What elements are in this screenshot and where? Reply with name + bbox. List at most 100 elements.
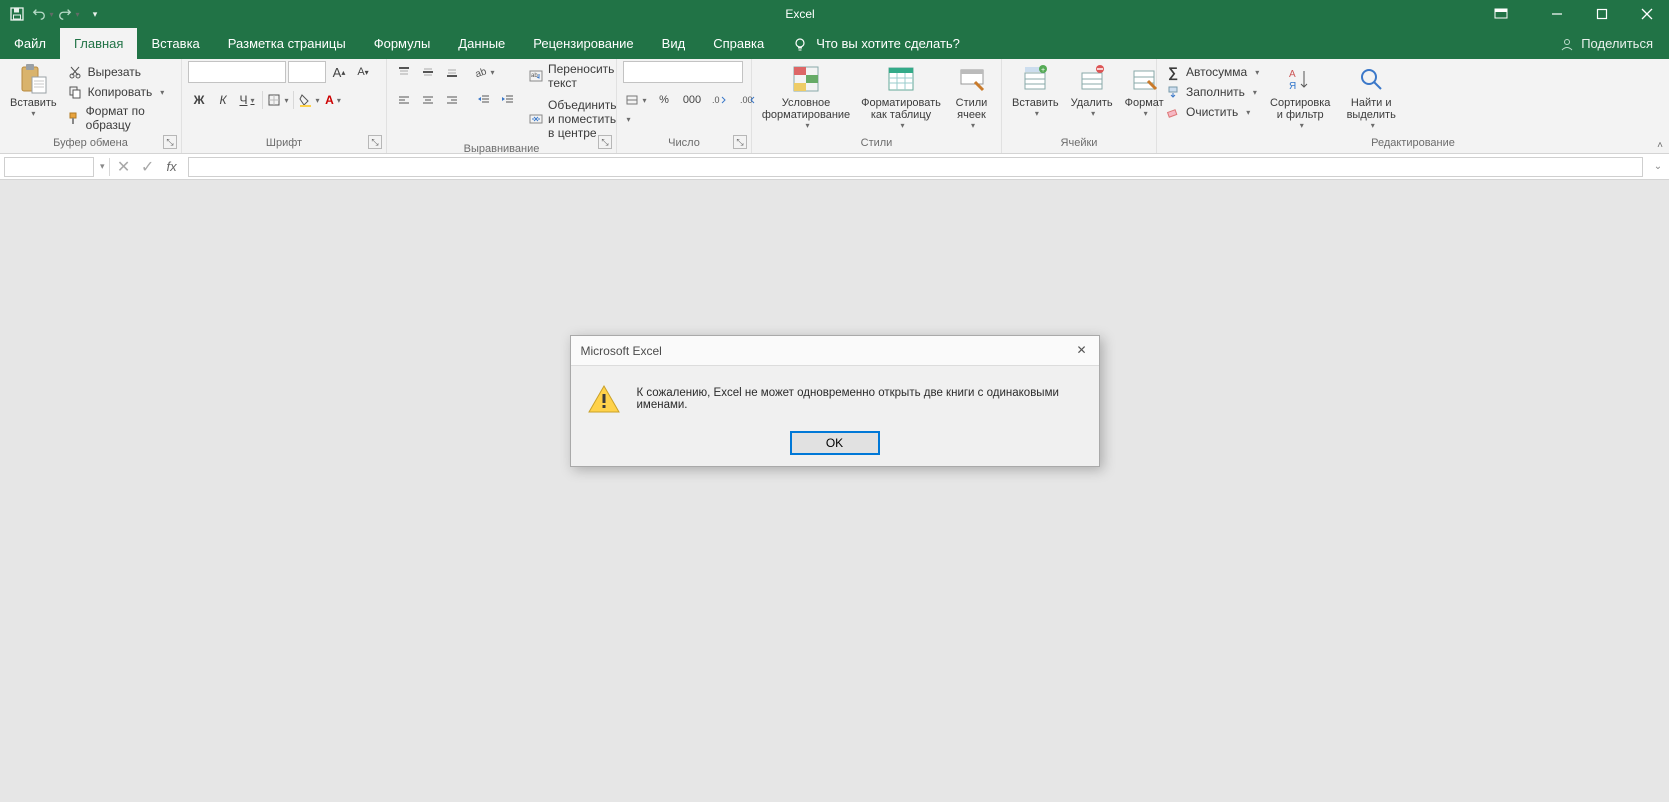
percent-button[interactable]: % xyxy=(651,89,677,111)
fill-label: Заполнить xyxy=(1186,85,1245,99)
qat-customize-icon[interactable]: ▾ xyxy=(84,3,106,25)
insert-cells-button[interactable]: + Вставить xyxy=(1008,61,1063,120)
brush-icon xyxy=(67,110,81,126)
insert-function-icon[interactable]: fx xyxy=(160,159,184,174)
align-left-icon[interactable] xyxy=(393,89,415,111)
format-as-table-button[interactable]: Форматировать как таблицу xyxy=(858,61,944,132)
share-button[interactable]: Поделиться xyxy=(1543,28,1669,59)
undo-icon[interactable] xyxy=(32,3,54,25)
paste-button[interactable]: Вставить ▾ xyxy=(6,61,61,120)
paste-icon xyxy=(17,63,49,95)
save-icon[interactable] xyxy=(6,3,28,25)
increase-decimal-icon[interactable]: .0 xyxy=(707,89,733,111)
enter-formula-icon[interactable]: ✓ xyxy=(136,157,160,177)
dialog-ok-button[interactable]: OK xyxy=(791,432,879,454)
dialog-titlebar: Microsoft Excel ✕ xyxy=(571,336,1099,366)
align-center-icon[interactable] xyxy=(417,89,439,111)
share-label: Поделиться xyxy=(1581,36,1653,51)
tab-home[interactable]: Главная xyxy=(60,28,137,59)
cell-styles-button[interactable]: Стили ячеек xyxy=(948,61,995,132)
bold-button[interactable]: Ж xyxy=(188,89,210,111)
tab-review[interactable]: Рецензирование xyxy=(519,28,647,59)
align-bottom-icon[interactable] xyxy=(441,61,463,83)
formula-bar: ▾ ✕ ✓ fx ⌄ xyxy=(0,154,1669,180)
tab-file[interactable]: Файл xyxy=(0,28,60,59)
decrease-indent-icon[interactable] xyxy=(473,89,495,111)
fill-color-icon[interactable] xyxy=(298,89,320,111)
worksheet-area xyxy=(0,180,1669,802)
expand-formula-bar-icon[interactable]: ⌄ xyxy=(1647,161,1669,172)
number-launcher-icon[interactable]: ⤡ xyxy=(733,135,747,149)
find-icon xyxy=(1355,63,1387,95)
cancel-formula-icon[interactable]: ✕ xyxy=(112,157,136,177)
italic-button[interactable]: К xyxy=(212,89,234,111)
format-painter-button[interactable]: Формат по образцу xyxy=(65,103,175,133)
tell-me[interactable]: Что вы хотите сделать? xyxy=(778,28,974,59)
clipboard-launcher-icon[interactable]: ⤡ xyxy=(163,135,177,149)
formula-input[interactable] xyxy=(188,157,1643,177)
title-bar: ▾ Excel xyxy=(0,0,1669,28)
font-launcher-icon[interactable]: ⤡ xyxy=(368,135,382,149)
font-size-combo[interactable] xyxy=(288,61,326,83)
copy-label: Копировать xyxy=(88,85,153,99)
conditional-formatting-icon xyxy=(790,63,822,95)
group-styles-label: Стили xyxy=(758,135,995,153)
tab-data[interactable]: Данные xyxy=(444,28,519,59)
quick-access-toolbar: ▾ xyxy=(0,3,106,25)
autosum-label: Автосумма xyxy=(1186,65,1247,79)
borders-icon[interactable] xyxy=(267,89,289,111)
group-number: % 000 .0 .00 Число ⤡ xyxy=(617,59,752,153)
fill-button[interactable]: Заполнить xyxy=(1163,83,1261,101)
comma-style-button[interactable]: 000 xyxy=(679,89,705,111)
increase-indent-icon[interactable] xyxy=(497,89,519,111)
fill-down-icon xyxy=(1165,84,1181,100)
align-right-icon[interactable] xyxy=(441,89,463,111)
ribbon-display-options-icon[interactable] xyxy=(1494,8,1534,20)
copy-icon xyxy=(67,84,83,100)
copy-button[interactable]: Копировать xyxy=(65,83,175,101)
tab-view[interactable]: Вид xyxy=(648,28,700,59)
delete-cells-button[interactable]: Удалить xyxy=(1067,61,1117,120)
minimize-icon[interactable] xyxy=(1534,0,1579,28)
dialog-close-icon[interactable]: ✕ xyxy=(1071,340,1093,360)
svg-text:А: А xyxy=(1289,69,1296,80)
group-alignment-label: Выравнивание xyxy=(393,141,610,159)
find-select-button[interactable]: Найти и выделить xyxy=(1339,61,1403,132)
number-format-combo[interactable] xyxy=(623,61,743,83)
merge-icon xyxy=(529,111,543,127)
alignment-launcher-icon[interactable]: ⤡ xyxy=(598,135,612,149)
tab-help[interactable]: Справка xyxy=(699,28,778,59)
merge-center-label: Объединить и поместить в центре xyxy=(548,98,619,140)
tab-formulas[interactable]: Формулы xyxy=(360,28,445,59)
cell-styles-label: Стили ячеек xyxy=(952,97,991,121)
clear-button[interactable]: Очистить xyxy=(1163,103,1261,121)
conditional-formatting-button[interactable]: Условное форматирование xyxy=(758,61,854,132)
collapse-ribbon-icon[interactable]: ˄ xyxy=(1657,140,1663,151)
font-name-combo[interactable] xyxy=(188,61,286,83)
tell-me-label: Что вы хотите сделать? xyxy=(816,36,960,51)
paste-label: Вставить xyxy=(10,97,57,109)
autosum-button[interactable]: ∑ Автосумма xyxy=(1163,63,1261,81)
align-middle-icon[interactable] xyxy=(417,61,439,83)
orientation-icon[interactable]: ab xyxy=(473,61,495,83)
cut-label: Вырезать xyxy=(88,65,141,79)
tab-page-layout[interactable]: Разметка страницы xyxy=(214,28,360,59)
underline-button[interactable]: Ч xyxy=(236,89,258,111)
cut-button[interactable]: Вырезать xyxy=(65,63,175,81)
svg-text:+: + xyxy=(1041,67,1045,74)
name-box-dropdown-icon[interactable]: ▾ xyxy=(98,161,107,172)
insert-cells-label: Вставить xyxy=(1012,97,1059,109)
decrease-font-icon[interactable]: A▾ xyxy=(352,61,374,83)
maximize-icon[interactable] xyxy=(1579,0,1624,28)
sort-filter-button[interactable]: АЯ Сортировка и фильтр xyxy=(1265,61,1335,132)
align-top-icon[interactable] xyxy=(393,61,415,83)
redo-icon[interactable] xyxy=(58,3,80,25)
accounting-format-icon[interactable] xyxy=(623,89,649,111)
name-box[interactable] xyxy=(4,157,94,177)
tab-insert[interactable]: Вставка xyxy=(137,28,213,59)
increase-font-icon[interactable]: A▴ xyxy=(328,61,350,83)
person-icon xyxy=(1559,36,1575,52)
dialog-message: К сожалению, Excel не может одновременно… xyxy=(637,387,1083,411)
font-color-icon[interactable]: A xyxy=(322,89,344,111)
close-icon[interactable] xyxy=(1624,0,1669,28)
